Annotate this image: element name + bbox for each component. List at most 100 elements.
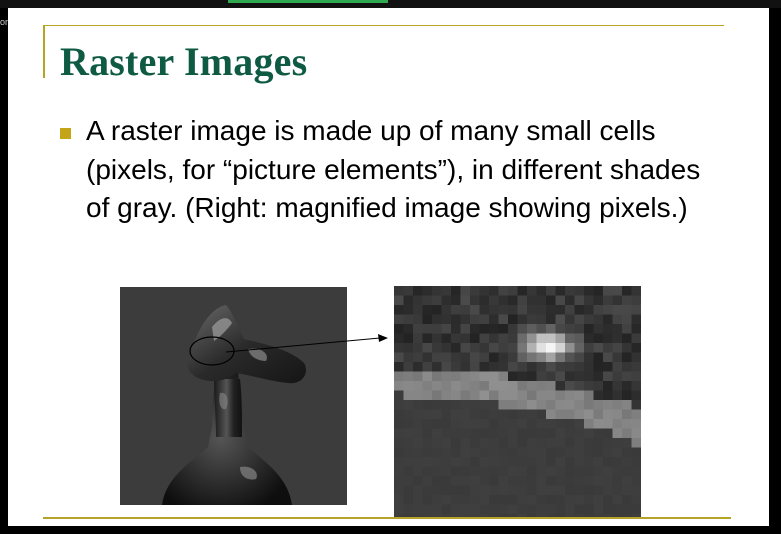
pixel-cell	[603, 381, 613, 391]
pixel-cell	[451, 286, 461, 296]
pixel-cell	[527, 352, 537, 363]
pixel-cell	[631, 447, 641, 458]
pixel-cell	[612, 305, 623, 315]
pixel-cell	[422, 333, 433, 344]
pixel-cell	[432, 504, 442, 515]
pixel-cell	[441, 495, 452, 505]
pixel-cell	[612, 466, 623, 477]
pixel-cell	[422, 476, 433, 486]
pixel-cell	[470, 314, 480, 325]
pixel-cell	[622, 295, 632, 306]
pixel-cell	[622, 286, 632, 296]
pixel-cell	[422, 343, 433, 353]
pixel-cell	[622, 324, 632, 334]
pixel-cell	[546, 352, 556, 363]
pixel-cell	[603, 295, 613, 306]
pixel-cell	[565, 476, 575, 486]
pixel-cell	[489, 409, 499, 420]
pixel-cell	[394, 504, 404, 515]
pixel-cell	[555, 381, 566, 391]
pixel-cell	[593, 428, 604, 439]
pixel-cell	[508, 466, 518, 477]
pixel-cell	[527, 343, 537, 353]
pixel-cell	[612, 390, 623, 401]
pixel-cell	[574, 400, 585, 410]
window-bottom-bar	[0, 526, 781, 534]
pixel-cell	[460, 343, 471, 353]
pixel-cell	[460, 362, 471, 372]
pixel-cell	[489, 295, 499, 306]
pixel-cell	[470, 447, 480, 458]
pixel-cell	[527, 381, 537, 391]
pixel-cell	[498, 495, 509, 505]
pixel-cell	[489, 333, 499, 344]
pixel-cell	[479, 390, 490, 401]
pixel-cell	[470, 495, 480, 505]
pixel-cell	[527, 314, 537, 325]
pixel-cell	[460, 305, 471, 315]
pixel-cell	[470, 352, 480, 363]
pixel-cell	[413, 485, 423, 496]
pixel-cell	[451, 504, 461, 515]
pixel-cell	[584, 447, 594, 458]
pixel-cell	[622, 333, 632, 344]
pixel-cell	[555, 343, 566, 353]
pixel-cell	[631, 381, 641, 391]
pixel-cell	[584, 457, 594, 467]
pixel-cell	[394, 343, 404, 353]
pixel-cell	[432, 295, 442, 306]
pixel-cell	[498, 457, 509, 467]
pixel-cell	[479, 447, 490, 458]
pixel-cell	[451, 457, 461, 467]
pixel-cell	[489, 371, 499, 382]
pixel-cell	[612, 343, 623, 353]
pixel-cell	[555, 495, 566, 505]
pixel-cell	[403, 305, 414, 315]
pixel-cell	[508, 476, 518, 486]
pixel-cell	[403, 438, 414, 448]
pixel-cell	[631, 400, 641, 410]
pixel-cell	[432, 343, 442, 353]
pixel-cell	[489, 286, 499, 296]
pixel-cell	[479, 428, 490, 439]
pixel-cell	[565, 447, 575, 458]
pixel-cell	[460, 390, 471, 401]
pixel-cell	[403, 476, 414, 486]
pixel-cell	[612, 447, 623, 458]
pixel-cell	[479, 352, 490, 363]
pixel-cell	[451, 333, 461, 344]
pixel-cell	[432, 305, 442, 315]
pixel-cell	[536, 286, 547, 296]
pixel-cell	[441, 305, 452, 315]
pixel-cell	[631, 314, 641, 325]
pixel-cell	[574, 381, 585, 391]
pixel-cell	[403, 390, 414, 401]
pixel-cell	[422, 466, 433, 477]
pixel-cell	[536, 409, 547, 420]
pixel-cell	[622, 352, 632, 363]
pixel-cell	[441, 504, 452, 515]
pixel-cell	[413, 495, 423, 505]
pixel-cell	[394, 409, 404, 420]
pixel-cell	[536, 371, 547, 382]
pixel-cell	[460, 428, 471, 439]
pixel-cell	[460, 295, 471, 306]
pixel-cell	[584, 314, 594, 325]
pixel-cell	[536, 343, 547, 353]
pixel-cell	[612, 371, 623, 382]
pixel-cell	[565, 466, 575, 477]
title-left-rule	[43, 26, 45, 78]
pixel-cell	[622, 371, 632, 382]
pixel-cell	[432, 457, 442, 467]
pixel-cell	[422, 447, 433, 458]
pixel-cell	[612, 362, 623, 372]
pixel-cell	[498, 409, 509, 420]
pixel-cell	[394, 314, 404, 325]
pixel-cell	[631, 409, 641, 420]
pixel-cell	[451, 476, 461, 486]
pixel-cell	[584, 333, 594, 344]
pixel-cell	[536, 428, 547, 439]
pixel-cell	[441, 333, 452, 344]
pixel-cell	[451, 485, 461, 496]
pixel-cell	[565, 400, 575, 410]
